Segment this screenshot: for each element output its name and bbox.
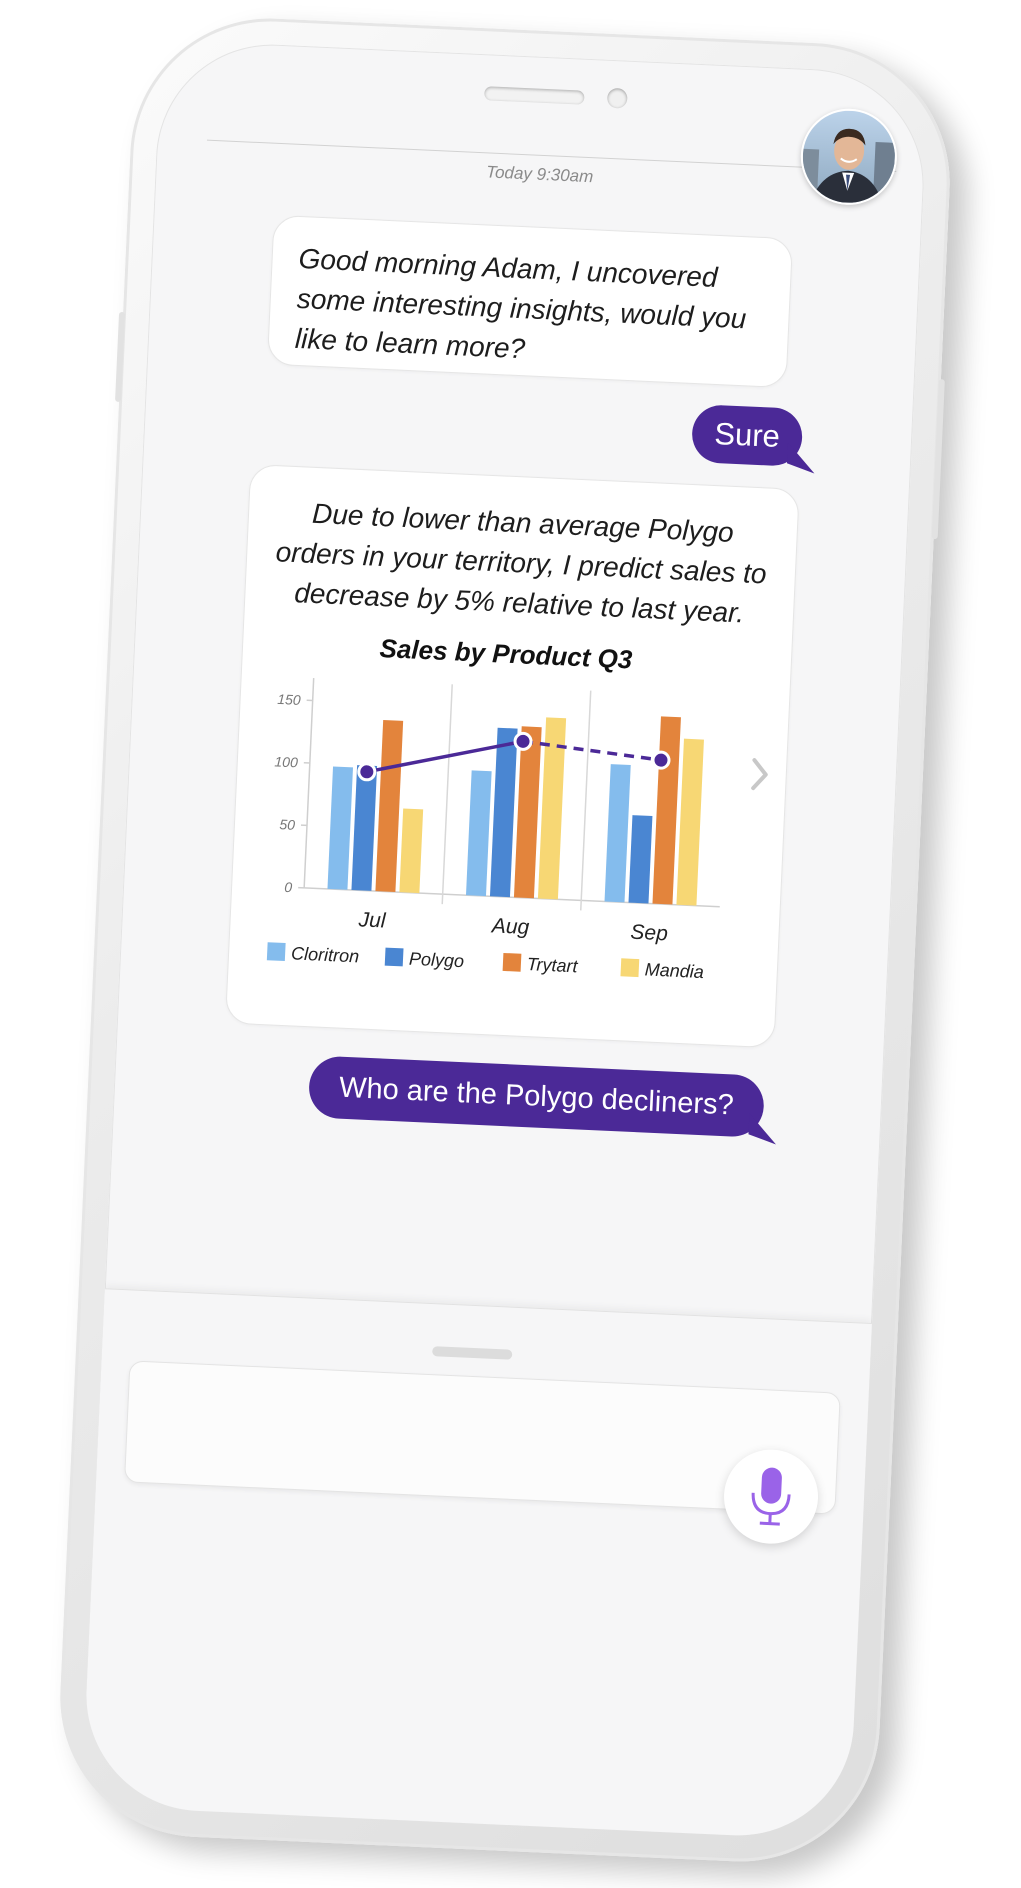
y-axis-line [303,678,315,888]
legend-swatch [620,958,640,978]
user-message-text: Sure [713,415,781,454]
x-tick-label: Jul [357,908,387,932]
bot-message-text: Good morning Adam, I uncovered some inte… [294,242,747,365]
user-message-text: Who are the Polygo decliners? [338,1071,735,1122]
trend-point [357,762,377,782]
bar-cloritron-jul [327,766,354,890]
category-divider [441,684,453,905]
category-divider [580,690,592,911]
speaker-grille [484,86,585,105]
legend-swatch [502,952,522,972]
bar-polygo-sep [628,815,653,904]
bar-trytart-sep [652,716,681,905]
bar-polygo-jul [351,765,378,891]
user-message-2: Who are the Polygo decliners? [307,1055,765,1138]
chart-y-axis: 0 50 100 150 [274,691,313,895]
bar-polygo-aug [489,727,518,898]
legend-label: Polygo [409,949,465,971]
x-tick-label: Sep [630,921,668,946]
legend-swatch [384,947,404,967]
x-tick-label: Aug [489,914,530,939]
bot-message-1: Good morning Adam, I uncovered some inte… [266,214,794,389]
legend-label: Trytart [526,954,579,976]
phone-body: Today 9:30am Good morning Adam, I uncove… [54,12,956,1868]
bot-message-2: Due to lower than average Polygo orders … [224,463,800,1049]
legend-label: Cloritron [291,943,360,966]
trend-point [513,731,533,751]
chart-title: Sales by Product Q3 [379,633,634,674]
legend-swatch [266,942,286,962]
phone-mockup: Today 9:30am Good morning Adam, I uncove… [0,0,1021,1888]
bot-message-text: Due to lower than average Polygo orders … [275,497,768,629]
y-tick-label: 150 [277,691,301,708]
bubble-tail [787,442,816,473]
bar-cloritron-sep [604,764,631,903]
chart-canvas: Sales by Product Q3 Jul Aug Sep 050100150 … [266,633,768,982]
drag-handle[interactable] [432,1346,513,1360]
bubble-tail [748,1113,777,1144]
bar-cloritron-aug [465,770,492,897]
chart-x-axis: Jul Aug Sep [357,908,668,945]
input-panel [81,1288,873,1841]
bar-mandia-jul [399,808,424,894]
bar-mandia-sep [676,738,704,906]
y-tick-label: 0 [284,879,293,895]
sales-chart: Sales by Product Q3 Jul Aug Sep 0 50 100 150 … [245,626,782,1029]
legend-label: Mandia [644,959,704,982]
bar-trytart-aug [513,726,542,899]
y-tick-label: 50 [279,816,295,833]
trend-point [651,750,671,770]
y-tick-label: 100 [274,753,298,770]
phone-screen: Today 9:30am Good morning Adam, I uncove… [81,39,929,1841]
chart-bars [327,716,704,906]
trend-segment [522,739,662,762]
microphone-icon [751,1467,791,1526]
chevron-right-icon[interactable] [751,758,768,791]
chart-legend: Cloritron Polygo Trytart Mandia [266,942,704,982]
camera-icon [606,87,628,109]
bar-trytart-jul [375,719,404,892]
user-message-1: Sure [690,403,804,467]
